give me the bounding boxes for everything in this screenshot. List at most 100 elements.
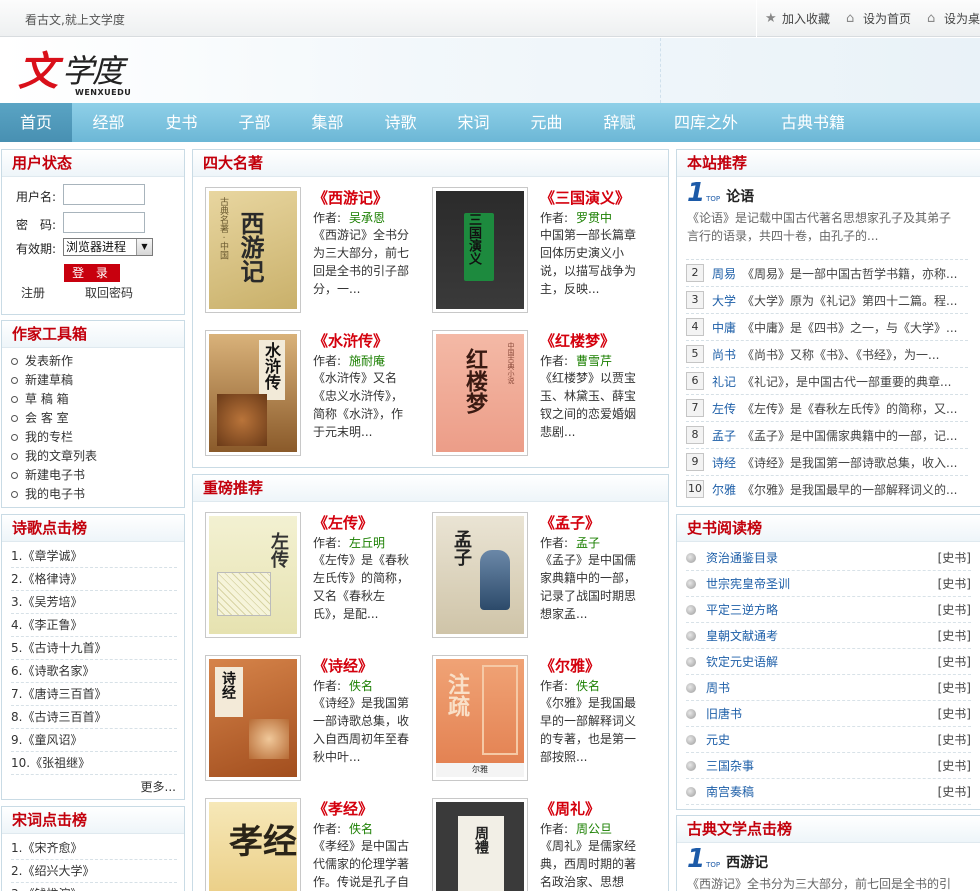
list-item[interactable]: 我的专栏 bbox=[11, 428, 97, 447]
list-item[interactable]: 8.《古诗三百首》 bbox=[11, 706, 177, 729]
nav-shige[interactable]: 诗歌 bbox=[364, 103, 437, 142]
list-item[interactable]: 元史 [史书] bbox=[686, 727, 971, 753]
cover-title: 注疏 bbox=[444, 673, 470, 717]
book-cover[interactable]: 左传 bbox=[205, 512, 301, 638]
nav-yuanqu[interactable]: 元曲 bbox=[510, 103, 583, 142]
nav-zibu[interactable]: 子部 bbox=[218, 103, 291, 142]
list-item[interactable]: 3 大学 《大学》原为《礼记》第四十二篇。程... bbox=[686, 286, 968, 313]
list-item[interactable]: 我的电子书 bbox=[11, 485, 97, 504]
top1-item[interactable]: 1 TOP 论语 bbox=[687, 180, 754, 206]
list-item[interactable]: 2.《格律诗》 bbox=[11, 568, 177, 591]
list-item[interactable]: 4.《李正鲁》 bbox=[11, 614, 177, 637]
book-cover[interactable]: 古典名著 · 中国 西游记 bbox=[205, 187, 301, 313]
list-item[interactable]: 平定三逆方略 [史书] bbox=[686, 597, 971, 623]
list-item[interactable]: 5.《古诗十九首》 bbox=[11, 637, 177, 660]
list-item[interactable]: 2.《绍兴大学》 bbox=[11, 860, 177, 883]
nav-songci[interactable]: 宋词 bbox=[437, 103, 510, 142]
list-item[interactable]: 4 中庸 《中庸》是《四书》之一，与《大学》... bbox=[686, 313, 968, 340]
book-cover[interactable]: 周禮 bbox=[432, 798, 528, 891]
book-card: 注疏 尔雅 《尔雅》 作者: 佚名 《尔雅》是我国最早的一部解释词义的专著，也是第… bbox=[432, 655, 657, 785]
set-desktop-link[interactable]: ⌂ 设为桌 bbox=[919, 0, 980, 37]
site-recommend-title: 本站推荐 bbox=[687, 154, 748, 172]
retrieve-password-link[interactable]: 取回密码 bbox=[85, 284, 133, 301]
password-input[interactable] bbox=[63, 212, 145, 233]
book-title[interactable]: 《孟子》 bbox=[540, 512, 600, 533]
register-link[interactable]: 注册 bbox=[21, 284, 45, 301]
book-title[interactable]: 《西游记》 bbox=[313, 187, 388, 208]
list-item[interactable]: 3.《吴芳培》 bbox=[11, 591, 177, 614]
top1-desc: 《西游记》全书分为三大部分，前七回是全书的引 bbox=[687, 877, 952, 891]
nav-sikuzhiwai[interactable]: 四库之外 bbox=[656, 103, 756, 142]
book-cover[interactable]: 三国演义 bbox=[432, 187, 528, 313]
nav-cifu[interactable]: 辞赋 bbox=[583, 103, 656, 142]
list-item[interactable]: 世宗宪皇帝圣训 [史书] bbox=[686, 571, 971, 597]
book-title[interactable]: 《三国演义》 bbox=[540, 187, 630, 208]
list-item[interactable]: 9.《童风诏》 bbox=[11, 729, 177, 752]
list-item[interactable]: 3.《钱惟演》 bbox=[11, 883, 177, 891]
book-title[interactable]: 《诗经》 bbox=[313, 655, 373, 676]
username-input[interactable] bbox=[63, 184, 145, 205]
validity-label: 有效期: bbox=[16, 242, 57, 256]
site-slogan: 看古文,就上文学度 bbox=[25, 13, 125, 27]
list-item[interactable]: 新建电子书 bbox=[11, 466, 97, 485]
four-classics-title: 四大名著 bbox=[203, 154, 264, 172]
site-logo[interactable]: 文 学度 WENXUEDU bbox=[18, 48, 148, 100]
list-item[interactable]: 我的文章列表 bbox=[11, 447, 97, 466]
book-card: 三国演义 《三国演义》 作者: 罗贯中 中国第一部长篇章回体历史演义小说，以描写战… bbox=[432, 187, 657, 317]
book-title[interactable]: 《水浒传》 bbox=[313, 330, 388, 351]
list-item[interactable]: 6 礼记 《礼记》，是中国古代一部重要的典章... bbox=[686, 367, 968, 394]
list-item[interactable]: 7.《唐诗三百首》 bbox=[11, 683, 177, 706]
list-item[interactable]: 2 周易 《周易》是一部中国古哲学书籍，亦称... bbox=[686, 259, 968, 286]
nav-shishu[interactable]: 史书 bbox=[145, 103, 218, 142]
nav-jingbu[interactable]: 经部 bbox=[72, 103, 145, 142]
list-item[interactable]: 6.《诗歌名家》 bbox=[11, 660, 177, 683]
list-item[interactable]: 旧唐书 [史书] bbox=[686, 701, 971, 727]
list-item[interactable]: 会 客 室 bbox=[11, 409, 97, 428]
list-item[interactable]: 7 左传 《左传》是《春秋左氏传》的简称，又... bbox=[686, 394, 968, 421]
top1-item[interactable]: 1 TOP 西游记 bbox=[687, 846, 768, 872]
book-cover[interactable]: 水浒传 bbox=[205, 330, 301, 456]
list-item[interactable]: 新建草稿 bbox=[11, 371, 97, 390]
book-title[interactable]: 《尔雅》 bbox=[540, 655, 600, 676]
list-item[interactable]: 钦定元史语解 [史书] bbox=[686, 649, 971, 675]
list-item[interactable]: 10.《张祖继》 bbox=[11, 752, 177, 775]
songci-rank-title: 宋词点击榜 bbox=[12, 811, 88, 829]
chevron-down-icon: ▼ bbox=[136, 239, 152, 255]
book-cover[interactable]: 孝经 bbox=[205, 798, 301, 891]
home-icon: ⌂ bbox=[845, 10, 855, 26]
book-cover[interactable]: 诗经 bbox=[205, 655, 301, 781]
nav-gudianshuji[interactable]: 古典书籍 bbox=[756, 103, 870, 142]
list-item[interactable]: 三国杂事 [史书] bbox=[686, 753, 971, 779]
poetry-more-link[interactable]: 更多... bbox=[141, 778, 176, 795]
nav-home[interactable]: 首页 bbox=[0, 103, 72, 142]
list-item[interactable]: 资治通鉴目录 [史书] bbox=[686, 545, 971, 571]
book-title[interactable]: 《孝经》 bbox=[313, 798, 373, 819]
login-button[interactable]: 登 录 bbox=[64, 264, 120, 282]
set-homepage-link[interactable]: ⌂ 设为首页 bbox=[838, 0, 919, 37]
list-item[interactable]: 周书 [史书] bbox=[686, 675, 971, 701]
validity-select[interactable]: 浏览器进程 ▼ bbox=[63, 238, 153, 256]
cover-title: 孝经 bbox=[229, 822, 297, 862]
list-item[interactable]: 草 稿 箱 bbox=[11, 390, 97, 409]
cover-title: 周禮 bbox=[473, 826, 489, 854]
book-title[interactable]: 《红楼梦》 bbox=[540, 330, 615, 351]
book-title[interactable]: 《左传》 bbox=[313, 512, 373, 533]
top-bar: 看古文,就上文学度 ★ 加入收藏 ⌂ 设为首页 ⌂ 设为桌 bbox=[0, 0, 980, 37]
list-item[interactable]: 1.《章学诚》 bbox=[11, 545, 177, 568]
list-item[interactable]: 5 尚书 《尚书》又称《书》、《书经》，为一... bbox=[686, 340, 968, 367]
writer-tools-title: 作家工具箱 bbox=[12, 325, 88, 343]
book-cover[interactable]: 注疏 尔雅 bbox=[432, 655, 528, 781]
book-title[interactable]: 《周礼》 bbox=[540, 798, 600, 819]
list-item[interactable]: 1.《宋齐愈》 bbox=[11, 837, 177, 860]
list-item[interactable]: 皇朝文献通考 [史书] bbox=[686, 623, 971, 649]
poetry-rank-list: 1.《章学诚》 2.《格律诗》 3.《吴芳培》 4.《李正鲁》 5.《古诗十九首… bbox=[11, 545, 177, 775]
book-cover[interactable]: 孟子 bbox=[432, 512, 528, 638]
list-item[interactable]: 发表新作 bbox=[11, 352, 97, 371]
add-favorite-link[interactable]: ★ 加入收藏 bbox=[757, 0, 838, 37]
list-item[interactable]: 南宫奏稿 [史书] bbox=[686, 779, 971, 805]
book-cover[interactable]: 中国古典小说 红楼梦 bbox=[432, 330, 528, 456]
list-item[interactable]: 10 尔雅 《尔雅》是我国最早的一部解释词义的... bbox=[686, 475, 968, 502]
list-item[interactable]: 9 诗经 《诗经》是我国第一部诗歌总集，收入... bbox=[686, 448, 968, 475]
list-item[interactable]: 8 孟子 《孟子》是中国儒家典籍中的一部，记... bbox=[686, 421, 968, 448]
nav-jibu[interactable]: 集部 bbox=[291, 103, 364, 142]
